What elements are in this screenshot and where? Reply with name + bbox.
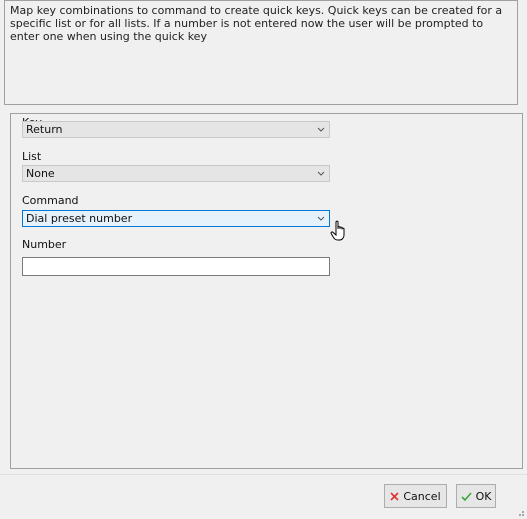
- cancel-button[interactable]: Cancel: [384, 484, 447, 508]
- command-select-value: Dial preset number: [26, 212, 133, 225]
- list-select-value: None: [26, 167, 55, 180]
- ok-button[interactable]: OK: [456, 484, 496, 508]
- cancel-button-label: Cancel: [403, 489, 441, 503]
- ok-button-label: OK: [475, 489, 492, 503]
- command-select[interactable]: Dial preset number: [22, 210, 330, 227]
- description-panel: Map key combinations to command to creat…: [4, 0, 518, 105]
- chevron-down-icon: [317, 127, 325, 132]
- number-input[interactable]: [22, 257, 330, 276]
- quick-key-form: Key Return List None Command Dial preset…: [10, 113, 523, 469]
- footer-divider: [0, 474, 527, 475]
- chevron-down-icon: [317, 216, 325, 221]
- number-label: Number: [22, 238, 67, 251]
- hand-pointer-icon: [330, 220, 345, 241]
- resize-grip-icon[interactable]: [515, 507, 525, 517]
- chevron-down-icon: [317, 171, 325, 176]
- description-text: Map key combinations to command to creat…: [10, 4, 503, 43]
- list-select[interactable]: None: [22, 165, 330, 182]
- x-icon: [390, 491, 399, 501]
- key-select[interactable]: Return: [22, 121, 330, 138]
- list-label: List: [22, 150, 42, 163]
- key-select-value: Return: [26, 123, 63, 136]
- command-label: Command: [22, 194, 79, 207]
- check-icon: [460, 491, 472, 501]
